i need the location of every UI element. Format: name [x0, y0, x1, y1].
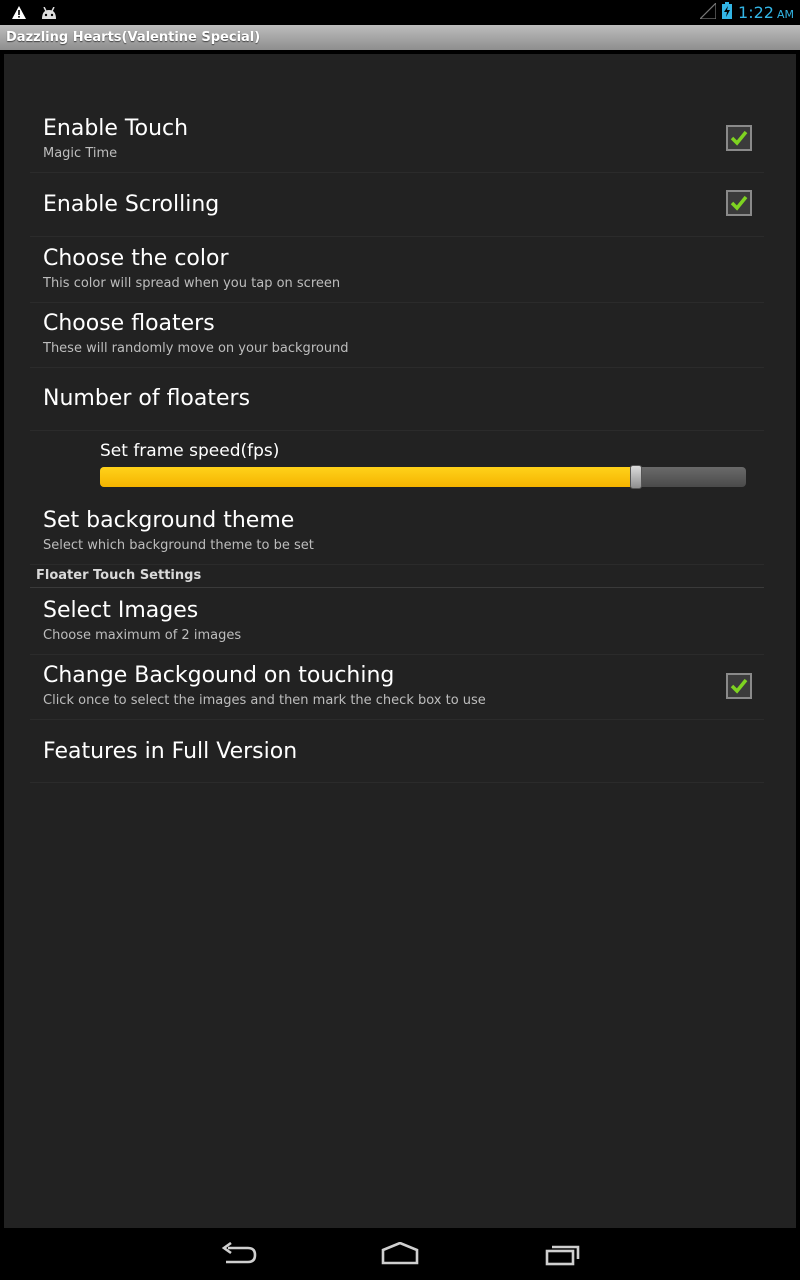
pref-choose-color[interactable]: Choose the color This color will spread …	[30, 240, 764, 303]
change-background-checkbox[interactable]	[726, 673, 752, 699]
battery-charging-icon	[722, 2, 733, 23]
navigation-bar	[0, 1228, 800, 1280]
pref-title: Enable Scrolling	[43, 192, 220, 217]
back-icon[interactable]	[218, 1241, 258, 1270]
pref-title: Features in Full Version	[43, 739, 298, 764]
pref-summary: This color will spread when you tap on s…	[43, 276, 341, 291]
pref-change-background[interactable]: Change Backgound on touching Click once …	[30, 657, 764, 720]
frame-speed-seekbar[interactable]	[100, 467, 746, 487]
home-icon[interactable]	[380, 1241, 420, 1270]
pref-title: Select Images	[43, 598, 199, 623]
window-title: Dazzling Hearts(Valentine Special)	[0, 25, 800, 50]
category-floater-touch-settings: Floater Touch Settings	[36, 568, 202, 583]
pref-number-of-floaters[interactable]: Number of floaters	[30, 370, 764, 431]
pref-title: Number of floaters	[43, 386, 251, 411]
pref-full-version[interactable]: Features in Full Version	[30, 722, 764, 783]
seekbar-thumb[interactable]	[630, 465, 642, 489]
recent-apps-icon[interactable]	[543, 1242, 583, 1270]
pref-summary: Magic Time	[43, 146, 118, 161]
pref-background-theme[interactable]: Set background theme Select which backgr…	[30, 502, 764, 565]
enable-touch-checkbox[interactable]	[726, 125, 752, 151]
pref-title: Choose the color	[43, 246, 229, 271]
checkmark-icon	[730, 195, 748, 211]
pref-select-images[interactable]: Select Images Choose maximum of 2 images	[30, 592, 764, 655]
pref-summary: These will randomly move on your backgro…	[43, 341, 349, 356]
clock: 1:22 AM	[738, 3, 794, 22]
checkmark-icon	[730, 130, 748, 146]
warning-icon	[12, 4, 26, 23]
android-icon	[40, 4, 58, 23]
seekbar-fill	[100, 467, 636, 487]
pref-summary: Choose maximum of 2 images	[43, 628, 242, 643]
pref-summary: Click once to select the images and then…	[43, 693, 486, 708]
status-bar: 1:22 AM	[0, 0, 800, 25]
checkmark-icon	[730, 678, 748, 694]
pref-title: Change Backgound on touching	[43, 663, 395, 688]
pref-title: Set background theme	[43, 508, 295, 533]
pref-summary: Select which background theme to be set	[43, 538, 314, 553]
seekbar-label: Set frame speed(fps)	[100, 441, 280, 461]
pref-choose-floaters[interactable]: Choose floaters These will randomly move…	[30, 305, 764, 368]
signal-icon	[698, 1, 717, 23]
enable-scrolling-checkbox[interactable]	[726, 190, 752, 216]
category-divider	[30, 587, 764, 588]
pref-enable-scrolling[interactable]: Enable Scrolling	[30, 174, 764, 237]
pref-title: Choose floaters	[43, 311, 215, 336]
pref-enable-touch[interactable]: Enable Touch Magic Time	[30, 110, 764, 173]
pref-title: Enable Touch	[43, 116, 189, 141]
